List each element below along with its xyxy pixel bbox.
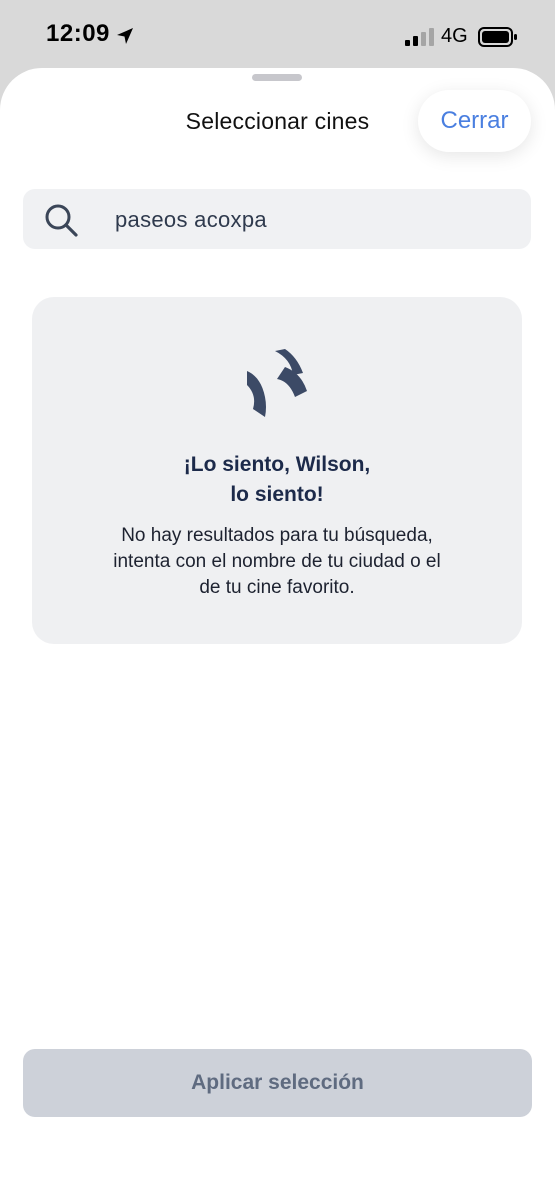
brand-logo-icon: [247, 349, 307, 417]
search-box[interactable]: [23, 189, 531, 251]
empty-state-message: No hay resultados para tu búsqueda, inte…: [113, 525, 441, 598]
status-time: 12:09: [46, 20, 110, 47]
location-arrow-icon: [117, 28, 133, 44]
select-cinemas-sheet: Seleccionar cines Cerrar ¡Lo siento, Wil…: [0, 68, 555, 1200]
search-input[interactable]: [113, 189, 517, 251]
cellular-signal-icon: [405, 28, 434, 46]
status-bar: 12:09 4G: [0, 0, 555, 70]
sheet-grabber[interactable]: [252, 74, 302, 81]
close-button[interactable]: Cerrar: [418, 90, 531, 152]
network-label: 4G: [441, 25, 468, 47]
empty-results-card: ¡Lo siento, Wilson, lo siento! No hay re…: [32, 297, 522, 644]
empty-state-title: ¡Lo siento, Wilson, lo siento!: [183, 453, 371, 506]
apply-selection-button[interactable]: Aplicar selección: [23, 1049, 532, 1117]
search-icon: [45, 204, 78, 237]
battery-icon: [478, 27, 517, 47]
